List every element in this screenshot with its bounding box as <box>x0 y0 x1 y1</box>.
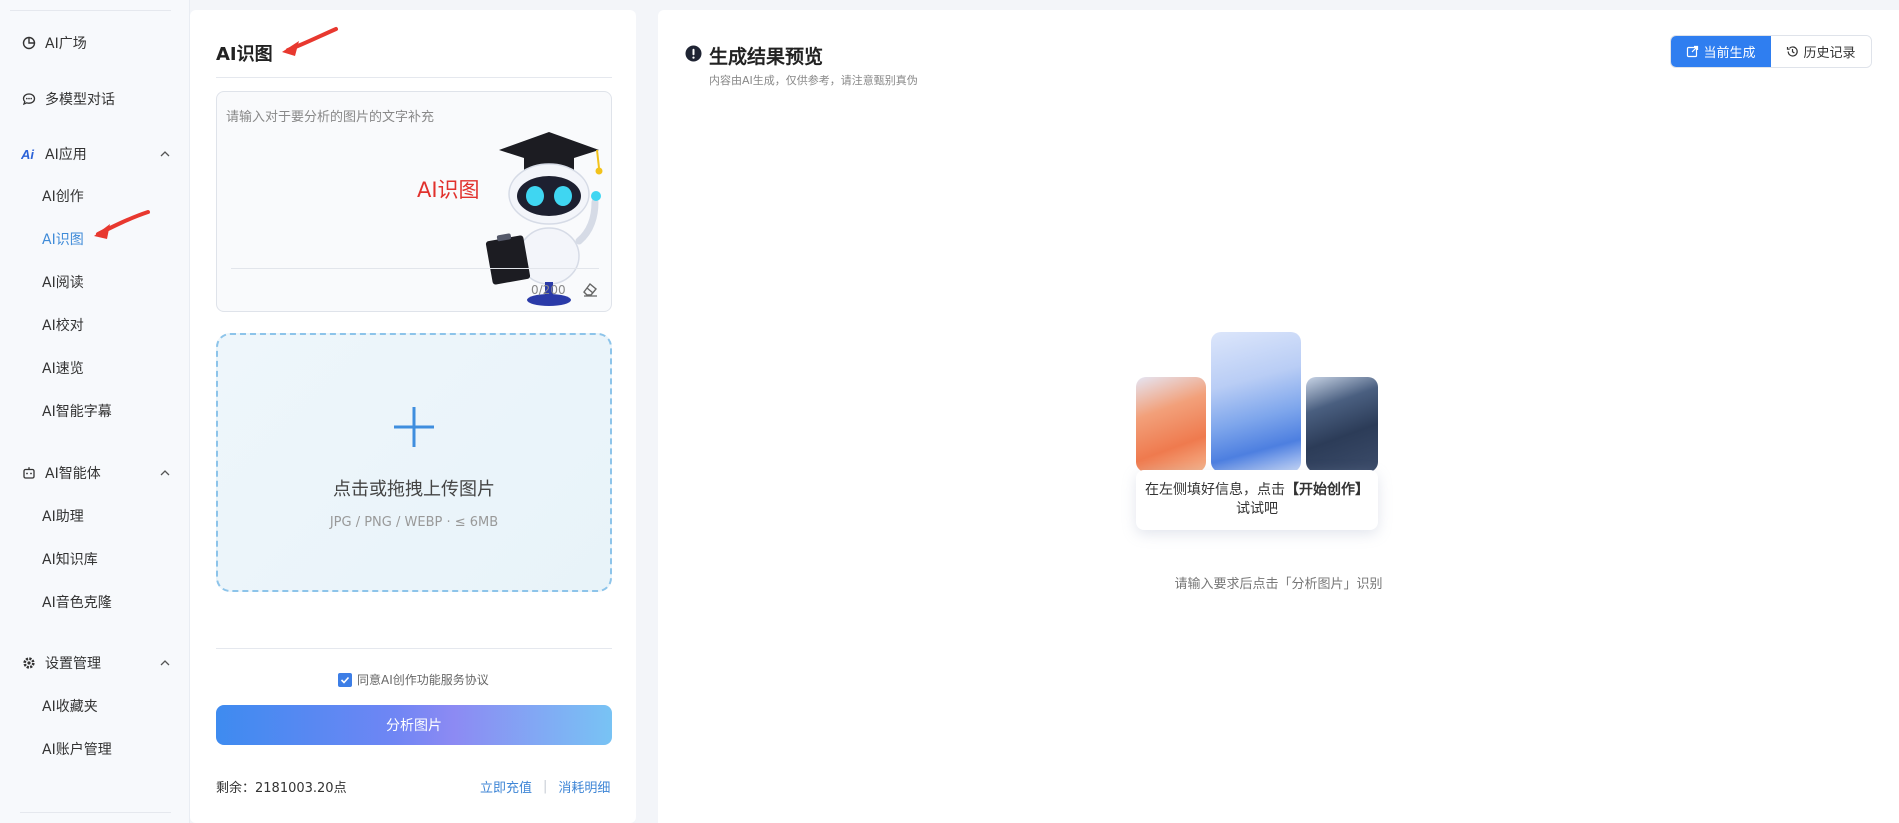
sample-image-card <box>1136 377 1206 472</box>
account-links: 立即充值 | 消耗明细 <box>480 777 610 796</box>
sample-image-card <box>1306 377 1378 472</box>
sidebar: AI广场 多模型对话 Ai AI应用 AI创作 AI识图 AI阅读 AI校对 A… <box>0 0 190 823</box>
tip-action: 【开始创作】 <box>1285 482 1369 498</box>
sidebar-item-multi-model-chat[interactable]: 多模型对话 <box>0 84 190 114</box>
page-title: AI识图 <box>216 44 273 65</box>
history-clock-icon <box>1787 46 1799 57</box>
tab-current-generation[interactable]: 当前生成 <box>1671 36 1771 67</box>
eraser-icon[interactable] <box>581 280 599 298</box>
agreement-label: 同意AI创作功能服务协议 <box>357 673 489 687</box>
sidebar-group-ai-agents[interactable]: AI智能体 <box>0 458 190 488</box>
chevron-up-icon[interactable] <box>158 656 172 670</box>
result-title: 生成结果预览 <box>709 46 824 68</box>
checkbox-checked-icon[interactable] <box>338 672 352 687</box>
prompt-bottom-divider <box>231 268 599 269</box>
input-panel: AI识图 AI识图 <box>190 10 636 823</box>
sidebar-item-ai-subtitles[interactable]: AI智能字幕 <box>42 397 112 425</box>
tab-label: 历史记录 <box>1803 46 1856 61</box>
sidebar-item-ai-read[interactable]: AI阅读 <box>42 268 84 296</box>
tab-history[interactable]: 历史记录 <box>1771 36 1871 67</box>
sidebar-group-label: 设置管理 <box>45 656 101 672</box>
upload-hint: JPG / PNG / WEBP · ≤ 6MB <box>329 515 499 530</box>
sidebar-item-ai-create[interactable]: AI创作 <box>42 182 84 210</box>
sidebar-item-ai-favorites[interactable]: AI收藏夹 <box>42 692 98 720</box>
empty-state-hint: 请输入要求后点击「分析图片」识别 <box>1174 577 1383 592</box>
robot-icon <box>21 465 37 481</box>
title-divider <box>216 77 612 78</box>
bottom-divider <box>216 648 612 649</box>
sidebar-item-ai-knowledge-base[interactable]: AI知识库 <box>42 545 98 573</box>
sidebar-item-ai-assistant[interactable]: AI助理 <box>42 502 84 530</box>
sidebar-group-ai-apps[interactable]: Ai AI应用 <box>0 139 190 169</box>
recharge-link[interactable]: 立即充值 <box>480 777 532 796</box>
tab-label: 当前生成 <box>1703 46 1756 61</box>
sidebar-item-label: AI广场 <box>45 36 87 52</box>
prompt-box: AI识图 0/200 <box>216 91 612 312</box>
plus-icon <box>394 407 434 447</box>
result-subtitle: 内容由AI生成，仅供参考，请注意甄别真伪 <box>709 74 918 87</box>
sidebar-bottom-divider <box>20 812 171 813</box>
points-balance: 剩余：2181003.20点 <box>216 781 347 796</box>
sidebar-item-ai-account[interactable]: AI账户管理 <box>42 735 112 763</box>
result-panel: 生成结果预览 内容由AI生成，仅供参考，请注意甄别真伪 当前生成 历史记录 在左… <box>658 10 1899 823</box>
chevron-up-icon[interactable] <box>158 147 172 161</box>
sidebar-group-label: AI应用 <box>45 147 87 163</box>
exclamation-circle-icon <box>685 45 702 62</box>
pie-chart-icon <box>21 35 37 51</box>
sidebar-top-divider <box>10 10 171 11</box>
result-view-toggle: 当前生成 历史记录 <box>1670 35 1872 68</box>
link-divider: | <box>543 779 548 794</box>
agreement-checkbox[interactable]: 同意AI创作功能服务协议 <box>338 671 489 688</box>
prompt-textarea[interactable] <box>217 92 477 252</box>
banner-label: AI识图 <box>417 178 480 202</box>
annotation-arrow-icon <box>282 27 338 56</box>
empty-state-tip: 在左侧填好信息，点击【开始创作】 试试吧 <box>1136 470 1378 530</box>
sidebar-item-label: 多模型对话 <box>45 92 115 108</box>
usage-detail-link[interactable]: 消耗明细 <box>558 777 610 796</box>
sidebar-item-ai-square[interactable]: AI广场 <box>0 28 190 58</box>
upload-label: 点击或拖拽上传图片 <box>333 479 495 500</box>
chevron-up-icon[interactable] <box>158 466 172 480</box>
tip-suffix: 试试吧 <box>1236 501 1278 517</box>
sidebar-item-ai-skim[interactable]: AI速览 <box>42 354 84 382</box>
tip-prefix: 在左侧填好信息，点击 <box>1145 482 1285 498</box>
image-upload-dropzone[interactable]: 点击或拖拽上传图片 JPG / PNG / WEBP · ≤ 6MB <box>216 333 612 592</box>
image-export-icon <box>1687 45 1699 58</box>
ai-logo-icon: Ai <box>21 146 37 162</box>
sidebar-item-ai-proofread[interactable]: AI校对 <box>42 311 84 339</box>
sidebar-group-label: AI智能体 <box>45 466 101 482</box>
sidebar-item-ai-image-recognition[interactable]: AI识图 <box>42 225 84 253</box>
sidebar-item-ai-voice-clone[interactable]: AI音色克隆 <box>42 588 112 616</box>
gear-icon <box>21 655 37 671</box>
sample-image-card <box>1211 332 1301 472</box>
svg-text:Ai: Ai <box>21 147 34 161</box>
sidebar-group-settings[interactable]: 设置管理 <box>0 648 190 678</box>
chat-bubble-icon <box>21 91 37 107</box>
analyze-image-button[interactable]: 分析图片 <box>216 705 612 745</box>
empty-state-illustration: 在左侧填好信息，点击【开始创作】 试试吧 <box>1136 332 1426 556</box>
annotation-arrow-icon <box>94 210 150 239</box>
char-counter: 0/200 <box>531 283 566 297</box>
